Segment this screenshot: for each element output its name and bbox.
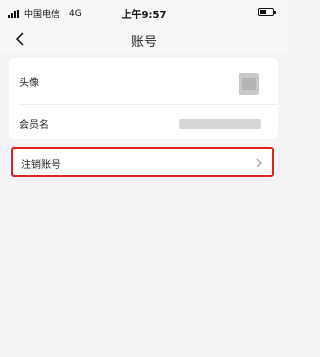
status-bar: 中国电信 4G 上午9:57 xyxy=(0,0,288,26)
battery-icon xyxy=(258,8,276,16)
chevron-right-icon xyxy=(256,158,262,168)
member-name-label: 会员名 xyxy=(19,120,49,131)
deregister-account-label: 注销账号 xyxy=(21,160,61,171)
status-time: 上午9:57 xyxy=(121,10,167,21)
avatar-row[interactable]: 头像 xyxy=(9,62,278,102)
deregister-account-row[interactable]: 注销账号 xyxy=(11,147,274,177)
avatar[interactable] xyxy=(239,73,259,95)
avatar-label: 头像 xyxy=(19,78,39,89)
member-name-value-blurred xyxy=(179,119,261,129)
nav-bar: 账号 xyxy=(0,26,288,52)
member-name-row[interactable]: 会员名 xyxy=(9,105,278,145)
page-title: 账号 xyxy=(130,35,157,50)
profile-card: 头像 会员名 xyxy=(9,58,278,139)
